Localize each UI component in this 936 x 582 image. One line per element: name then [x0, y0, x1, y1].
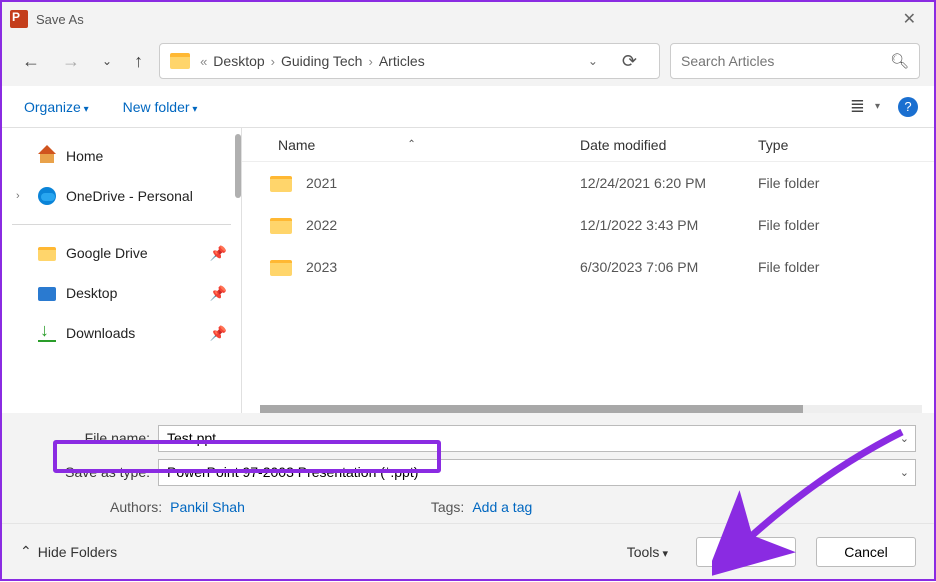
file-date: 6/30/2023 7:06 PM	[580, 259, 758, 275]
pin-icon[interactable]: 📌	[210, 285, 227, 302]
window-title: Save As	[36, 12, 84, 27]
chevron-down-icon[interactable]: ⌄	[900, 466, 909, 479]
download-icon	[38, 324, 56, 342]
toolbar: Organize New folder .toolbar .tbtn:nth-o…	[2, 86, 934, 128]
file-name: 2022	[306, 217, 580, 233]
folder-icon	[270, 260, 292, 276]
breadcrumb[interactable]: « Desktop › Guiding Tech › Articles ⌄ ⟳	[159, 43, 660, 79]
filetype-dropdown[interactable]: PowerPoint 97-2003 Presentation (*.ppt) …	[158, 459, 916, 486]
sort-icon[interactable]: ⌃	[407, 139, 415, 150]
file-type: File folder	[758, 259, 819, 275]
table-row[interactable]: 2022 12/1/2022 3:43 PM File folder	[242, 204, 934, 246]
refresh-icon[interactable]: ⟳	[610, 51, 649, 72]
view-options-icon[interactable]: ≣	[850, 96, 865, 117]
file-type: File folder	[758, 175, 819, 191]
cancel-button[interactable]: Cancel	[816, 537, 916, 567]
pin-icon[interactable]: 📌	[210, 325, 227, 342]
sidebar-label: Home	[66, 148, 103, 164]
save-panel: File name: Test.ppt ⌄ Save as type: Powe…	[2, 413, 934, 523]
search-box[interactable]: 🔍︎	[670, 43, 920, 79]
tools-menu[interactable]: Tools	[619, 540, 676, 564]
forward-icon[interactable]: →	[56, 47, 86, 76]
sidebar-item-onedrive[interactable]: › OneDrive - Personal	[8, 176, 235, 216]
close-icon[interactable]: ✕	[893, 5, 926, 33]
footer: ⌃ Hide Folders Tools Save Cancel	[2, 523, 934, 579]
column-headers: Name ⌃ Date modified Type	[242, 128, 934, 162]
back-icon[interactable]: ←	[16, 47, 46, 76]
file-list: Name ⌃ Date modified Type 2021 12/24/202…	[242, 128, 934, 413]
desktop-icon	[38, 287, 56, 301]
nav-row: ← → ⌄ ↑ « Desktop › Guiding Tech › Artic…	[2, 36, 934, 86]
filetype-label: Save as type:	[20, 464, 158, 480]
home-icon	[38, 147, 56, 165]
help-icon[interactable]: ?	[898, 97, 918, 117]
folder-icon	[270, 176, 292, 192]
scroll-thumb[interactable]	[260, 405, 803, 413]
authors-label: Authors:	[110, 499, 162, 515]
h-scrollbar[interactable]	[260, 405, 922, 413]
breadcrumb-guidingtech[interactable]: Guiding Tech	[281, 53, 362, 69]
file-name: 2021	[306, 175, 580, 191]
divider	[12, 224, 231, 225]
search-icon[interactable]: 🔍︎	[890, 52, 909, 70]
onedrive-icon	[38, 187, 56, 205]
breadcrumb-desktop[interactable]: Desktop	[213, 53, 264, 69]
chevron-right-icon[interactable]: ›	[368, 54, 372, 69]
sidebar-label: Downloads	[66, 325, 135, 341]
up-icon[interactable]: ↑	[128, 47, 149, 76]
authors-value[interactable]: Pankil Shah	[170, 499, 245, 515]
file-date: 12/1/2022 3:43 PM	[580, 217, 758, 233]
folder-icon	[270, 218, 292, 234]
titlebar: Save As ✕	[2, 2, 934, 36]
folder-icon	[38, 247, 56, 261]
folder-icon	[170, 53, 190, 69]
tags-value[interactable]: Add a tag	[472, 499, 532, 515]
column-date[interactable]: Date modified	[580, 137, 758, 153]
file-date: 12/24/2021 6:20 PM	[580, 175, 758, 191]
expand-icon[interactable]: ›	[16, 190, 28, 202]
filename-label: File name:	[20, 430, 158, 446]
sidebar-label: Desktop	[66, 285, 117, 301]
sidebar: Home › OneDrive - Personal Google Drive …	[2, 128, 242, 413]
breadcrumb-articles[interactable]: Articles	[379, 53, 425, 69]
sidebar-item-downloads[interactable]: Downloads 📌	[8, 313, 235, 353]
chevron-right-icon[interactable]: ›	[271, 54, 275, 69]
powerpoint-icon	[10, 10, 28, 28]
save-button[interactable]: Save	[696, 537, 796, 567]
column-label: Name	[278, 137, 315, 153]
column-name[interactable]: Name ⌃	[270, 137, 580, 153]
organize-menu[interactable]: Organize	[18, 95, 95, 119]
hide-folders-button[interactable]: ⌃ Hide Folders	[20, 543, 117, 560]
recent-dropdown-icon[interactable]: ⌄	[96, 50, 118, 72]
breadcrumb-overflow[interactable]: «	[200, 54, 207, 69]
pin-icon[interactable]: 📌	[210, 245, 227, 262]
sidebar-label: OneDrive - Personal	[66, 188, 193, 204]
sidebar-scrollbar[interactable]	[235, 134, 241, 198]
tags-label: Tags:	[431, 499, 464, 515]
sidebar-label: Google Drive	[66, 245, 148, 261]
chevron-up-icon: ⌃	[20, 543, 32, 560]
sidebar-item-home[interactable]: Home	[8, 136, 235, 176]
table-row[interactable]: 2023 6/30/2023 7:06 PM File folder	[242, 246, 934, 288]
filename-value: Test.ppt	[167, 430, 216, 446]
sidebar-item-gdrive[interactable]: Google Drive 📌	[8, 233, 235, 273]
column-type[interactable]: Type	[758, 137, 934, 153]
file-name: 2023	[306, 259, 580, 275]
chevron-down-icon[interactable]: ⌄	[900, 432, 909, 445]
chevron-down-icon[interactable]: ⌄	[582, 54, 604, 68]
filename-input[interactable]: Test.ppt ⌄	[158, 425, 916, 452]
view-dropdown-icon[interactable]: ▾	[875, 101, 880, 112]
new-folder-button[interactable]: New folder	[117, 95, 204, 119]
search-input[interactable]	[681, 53, 890, 69]
table-row[interactable]: 2021 12/24/2021 6:20 PM File folder	[242, 162, 934, 204]
file-type: File folder	[758, 217, 819, 233]
hide-folders-label: Hide Folders	[38, 544, 117, 560]
sidebar-item-desktop[interactable]: Desktop 📌	[8, 273, 235, 313]
filetype-value: PowerPoint 97-2003 Presentation (*.ppt)	[167, 464, 418, 480]
